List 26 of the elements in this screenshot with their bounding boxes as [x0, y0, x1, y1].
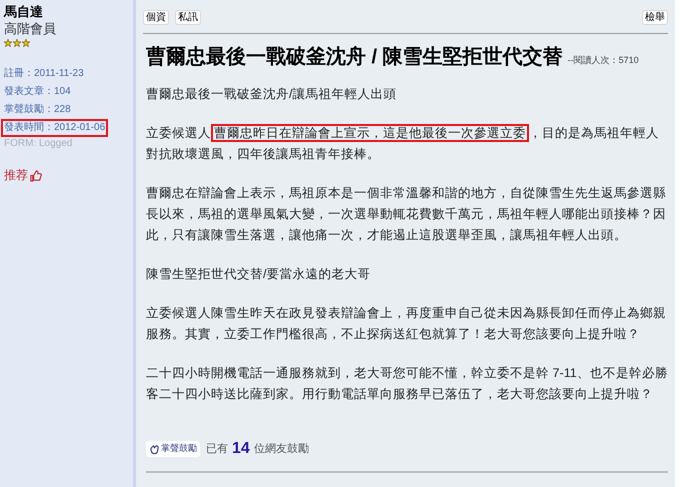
post-paragraph: 曹爾忠最後一戰破釜沈舟/讓馬祖年輕人出頭 — [146, 86, 398, 103]
member-rank: 高階會員 — [4, 20, 57, 37]
post-paragraph: 立委候選人 曹爾忠昨日在辯論會上宣示，這是他最後一次參選立委 ，目的是為馬祖年輕人對抗敗壞選風，四年後讓馬祖青年接棒。 — [146, 123, 660, 163]
stat-text: 註冊：2011-11-23 — [3, 66, 85, 81]
stat-text: 掌聲鼓勵：228 — [3, 102, 72, 117]
post-paragraph: 二十四小時開機電話一通服務就到，老大哥您可能不懂，幹立委不是幹 7-11、也不是幹必勝客二十四小時送比薩到家。用行動電話單向服務早已落伍了，老大哥您該要向上提升啦？ — [146, 365, 668, 403]
stat-text: 發表文章：104 — [3, 84, 72, 99]
post-paragraph: 陳雪生堅拒世代交替/要當永遠的老大哥 — [146, 266, 372, 283]
thumbs-up-icon — [29, 168, 42, 182]
count-label: 已有 — [206, 442, 228, 457]
username[interactable]: 馬自達 — [4, 3, 130, 20]
message-button[interactable]: 私訊 — [175, 10, 201, 25]
post-paragraph: 曹爾忠在辯論會上表示，馬祖原本是一個非常溫馨和諧的地方，自從陳雪生先生返馬參選縣長以來，馬祖的選舉風氣大變，一次選舉動輒花費數千萬元，馬祖年輕人哪能出頭接棒？因此，只有讓陳雪生落選，讓他痛一次，才能遏止這股選舉歪風，讓馬祖年輕人出頭。 — [146, 185, 667, 244]
post-paragraph: 立委候選人陳雪生昨天在政見發表辯論會上，再度重申自己從未因為縣長卸任而停止為鄉親服務。其實，立委工作門檻很高，不止探病送紅包就算了！老大哥您該要向上提升啦？ — [146, 305, 667, 343]
post-title: 曹爾忠最後一戰破釜沈舟 / 陳雪生堅拒世代交替 — [146, 44, 563, 70]
form-status: FORM: Logged — [4, 137, 74, 150]
applause-count: 14 — [232, 439, 250, 459]
stat-text: 發表時間：2012-01-06 — [1, 119, 108, 137]
recommend-link[interactable]: 推荐 — [4, 166, 42, 184]
profile-button[interactable]: 個資 — [143, 10, 169, 25]
count-label: 位網友鼓勵 — [254, 442, 309, 457]
report-button[interactable]: 檢舉 — [642, 10, 668, 25]
applaud-button[interactable]: 掌聲鼓勵 — [146, 441, 200, 457]
rank-stars-icon — [4, 39, 30, 47]
view-count: --閱讀人次：5710 — [568, 54, 639, 67]
highlighted-quote: 曹爾忠昨日在辯論會上宣示，這是他最後一次參選立委 — [211, 124, 529, 142]
